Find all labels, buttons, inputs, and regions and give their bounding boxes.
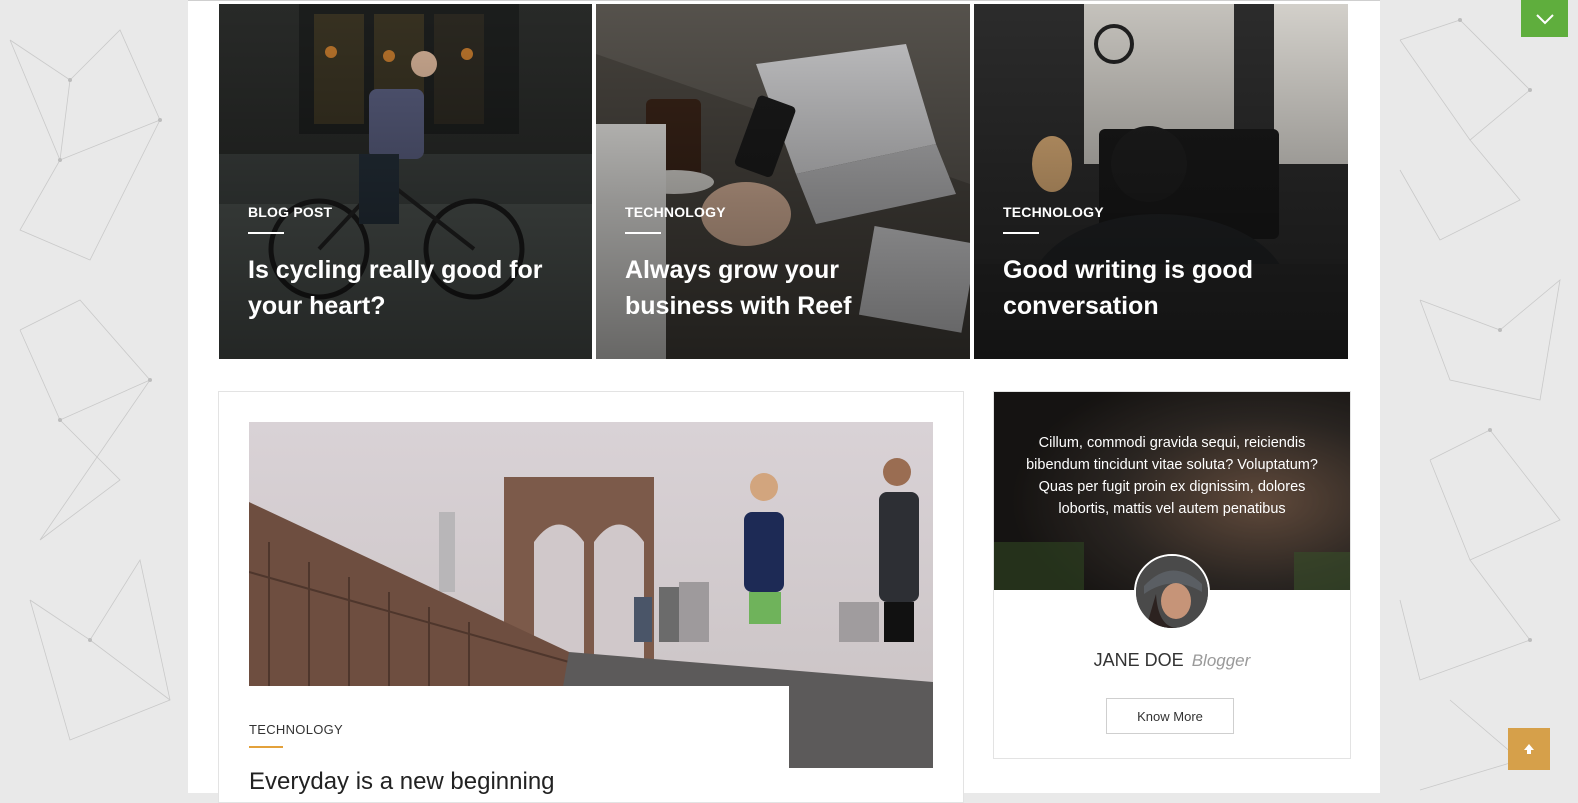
arrow-up-icon [1524, 744, 1534, 754]
author-name-line: JANE DOE Blogger [994, 650, 1350, 671]
know-more-button[interactable]: Know More [1106, 698, 1234, 734]
chevron-down-icon [1535, 13, 1554, 24]
category-underline [248, 232, 284, 234]
featured-post-card[interactable]: TECHNOLOGY Good writing is good conversa… [974, 4, 1348, 359]
avatar-image [1136, 556, 1208, 628]
header-toggle-button[interactable] [1521, 0, 1568, 37]
featured-post-card[interactable]: BLOG POST Is cycling really good for you… [219, 4, 592, 359]
post-category[interactable]: TECHNOLOGY [249, 722, 343, 737]
featured-post-card[interactable]: TECHNOLOGY Always grow your business wit… [596, 4, 970, 359]
featured-category[interactable]: TECHNOLOGY [625, 204, 726, 220]
author-role: Blogger [1191, 651, 1251, 670]
back-to-top-button[interactable] [1508, 728, 1550, 770]
featured-title[interactable]: Always grow your business with Reef [625, 252, 945, 324]
category-underline [249, 746, 283, 748]
post-title[interactable]: Everyday is a new beginning [249, 768, 555, 796]
category-underline [625, 232, 661, 234]
category-underline [1003, 232, 1039, 234]
author-quote: Cillum, commodi gravida sequi, reiciendi… [1026, 435, 1318, 517]
featured-title[interactable]: Good writing is good conversation [1003, 252, 1323, 324]
top-divider [188, 0, 1380, 1]
post-card: TECHNOLOGY Everyday is a new beginning [218, 391, 964, 803]
avatar [1134, 554, 1210, 630]
author-name: JANE DOE [1093, 650, 1184, 670]
author-widget: Cillum, commodi gravida sequi, reiciendi… [993, 391, 1351, 759]
featured-category[interactable]: TECHNOLOGY [1003, 204, 1104, 220]
featured-category[interactable]: BLOG POST [248, 204, 332, 220]
featured-title[interactable]: Is cycling really good for your heart? [248, 252, 568, 324]
